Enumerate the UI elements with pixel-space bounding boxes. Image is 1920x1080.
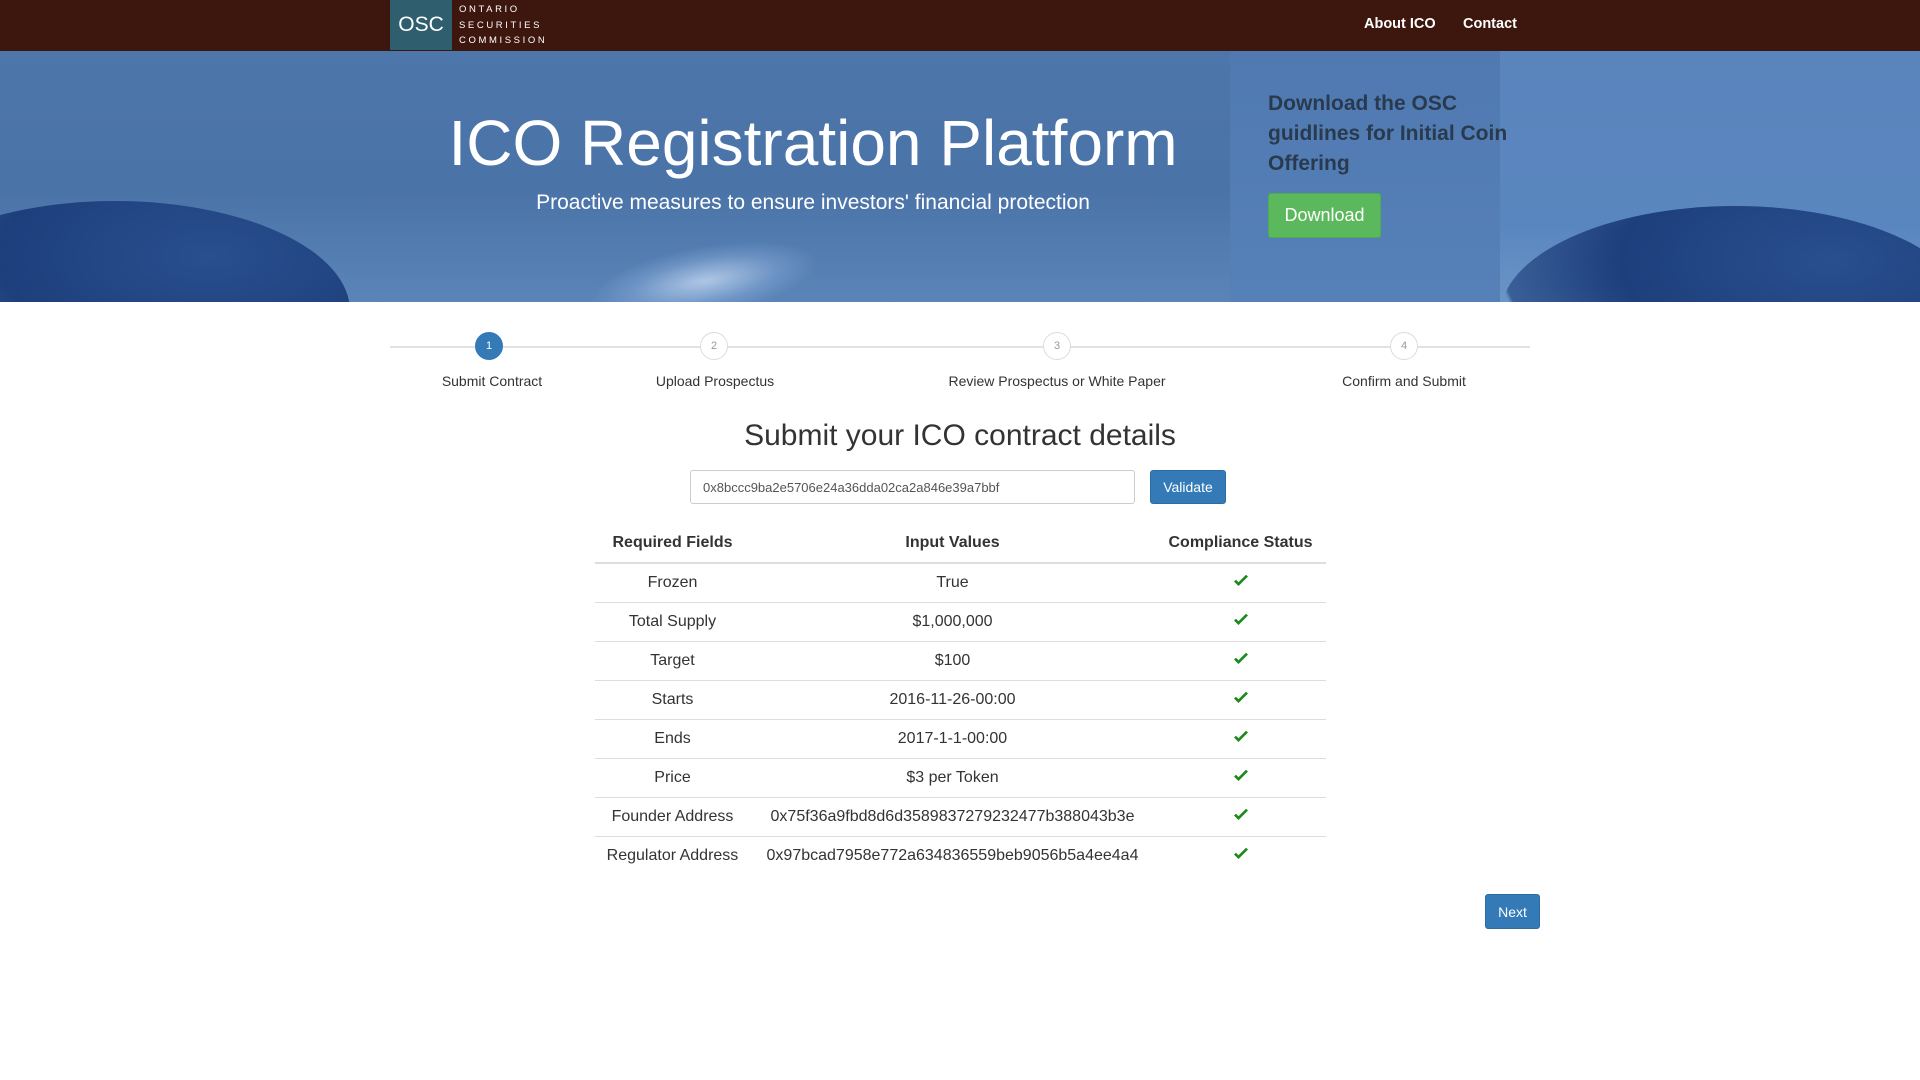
check-icon (1233, 769, 1249, 783)
table-row: Regulator Address 0x97bcad7958e772a634836… (595, 837, 1326, 876)
step-4-label: Confirm and Submit (1342, 373, 1466, 389)
logo-line: COMMISSION (459, 35, 548, 46)
check-icon (1233, 574, 1249, 588)
field-value-cell: $100 (750, 641, 1155, 681)
table-row: Founder Address 0x75f36a9fbd8d6d358983727… (595, 797, 1326, 837)
field-value-cell: $3 per Token (750, 758, 1155, 798)
table-header-row: Required Fields Input Values Compliance … (595, 523, 1326, 564)
top-navbar: OSC ONTARIO SECURITIES COMMISSION About … (0, 0, 1920, 51)
column-header-compliance-status: Compliance Status (1155, 523, 1326, 564)
download-heading: Download the OSC guidlines for Initial C… (1268, 92, 1508, 175)
hero-background-glow (585, 226, 825, 302)
column-header-required-fields: Required Fields (595, 523, 750, 564)
field-name-cell: Founder Address (595, 797, 750, 837)
nav-link-contact[interactable]: Contact (1463, 16, 1517, 32)
check-icon (1233, 730, 1249, 744)
check-icon (1233, 652, 1249, 666)
field-name-cell: Total Supply (595, 602, 750, 642)
field-value-cell: 2016-11-26-00:00 (750, 680, 1155, 720)
logo-line: SECURITIES (459, 19, 543, 31)
table-row: Price $3 per Token (595, 758, 1326, 798)
check-icon (1233, 847, 1249, 861)
table-row: Total Supply $1,000,000 (595, 602, 1326, 642)
validate-button[interactable]: Validate (1150, 470, 1226, 504)
field-value-cell: 2017-1-1-00:00 (750, 719, 1155, 759)
stepper-track (390, 346, 1530, 348)
contract-address-input[interactable] (690, 470, 1135, 504)
compliance-status-cell (1155, 641, 1326, 681)
step-2-label: Upload Prospectus (655, 373, 775, 389)
compliance-status-cell (1155, 602, 1326, 642)
field-value-cell: 0x75f36a9fbd8d6d3589837279232477b388043b… (750, 797, 1155, 837)
check-icon (1233, 613, 1249, 627)
hero-background-shape (0, 201, 350, 302)
table-row: Ends 2017-1-1-00:00 (595, 719, 1326, 759)
step-1-indicator[interactable]: 1 (475, 332, 503, 360)
step-3-indicator[interactable]: 3 (1043, 332, 1071, 360)
logo-wordmark: ONTARIO SECURITIES COMMISSION (459, 0, 547, 50)
field-name-cell: Regulator Address (606, 847, 739, 864)
field-name-cell: Target (595, 641, 750, 681)
check-icon (1233, 691, 1249, 705)
field-value-cell: $1,000,000 (750, 602, 1155, 642)
next-button[interactable]: Next (1485, 894, 1540, 929)
logo-line: ONTARIO (459, 4, 520, 15)
step-4-indicator[interactable]: 4 (1390, 332, 1418, 360)
page-title: ICO Registration Platform (448, 107, 1178, 179)
step-2-indicator[interactable]: 2 (700, 332, 728, 360)
download-button[interactable]: Download (1268, 193, 1381, 238)
column-header-input-values: Input Values (750, 523, 1155, 564)
osc-logo[interactable]: OSC ONTARIO SECURITIES COMMISSION (390, 0, 547, 50)
field-name-cell: Ends (595, 719, 750, 759)
field-name-cell: Frozen (595, 563, 750, 603)
field-value-cell: 0x97bcad7958e772a634836559beb9056b5a4ee4… (766, 847, 1139, 864)
hero-banner: ICO Registration Platform Proactive meas… (0, 51, 1920, 302)
compliance-table: Required Fields Input Values Compliance … (595, 523, 1326, 875)
compliance-status-cell (1155, 680, 1326, 720)
compliance-status-cell (1155, 837, 1326, 876)
compliance-status-cell (1155, 563, 1326, 603)
field-name-cell: Starts (595, 680, 750, 720)
compliance-status-cell (1155, 719, 1326, 759)
table-row: Target $100 (595, 641, 1326, 681)
nav-link-about-ico[interactable]: About ICO (1364, 16, 1436, 32)
page-subtitle: Proactive measures to ensure investors' … (536, 191, 1090, 214)
compliance-status-cell (1155, 758, 1326, 798)
field-name-cell: Price (595, 758, 750, 798)
step-3-label: Review Prospectus or White Paper (948, 373, 1166, 389)
table-row: Starts 2016-11-26-00:00 (595, 680, 1326, 720)
compliance-status-cell (1155, 797, 1326, 837)
table-row: Frozen True (595, 563, 1326, 603)
check-icon (1233, 808, 1249, 822)
field-value-cell: True (750, 563, 1155, 603)
logo-abbreviation: OSC (390, 0, 452, 50)
section-title: Submit your ICO contract details (744, 419, 1176, 452)
